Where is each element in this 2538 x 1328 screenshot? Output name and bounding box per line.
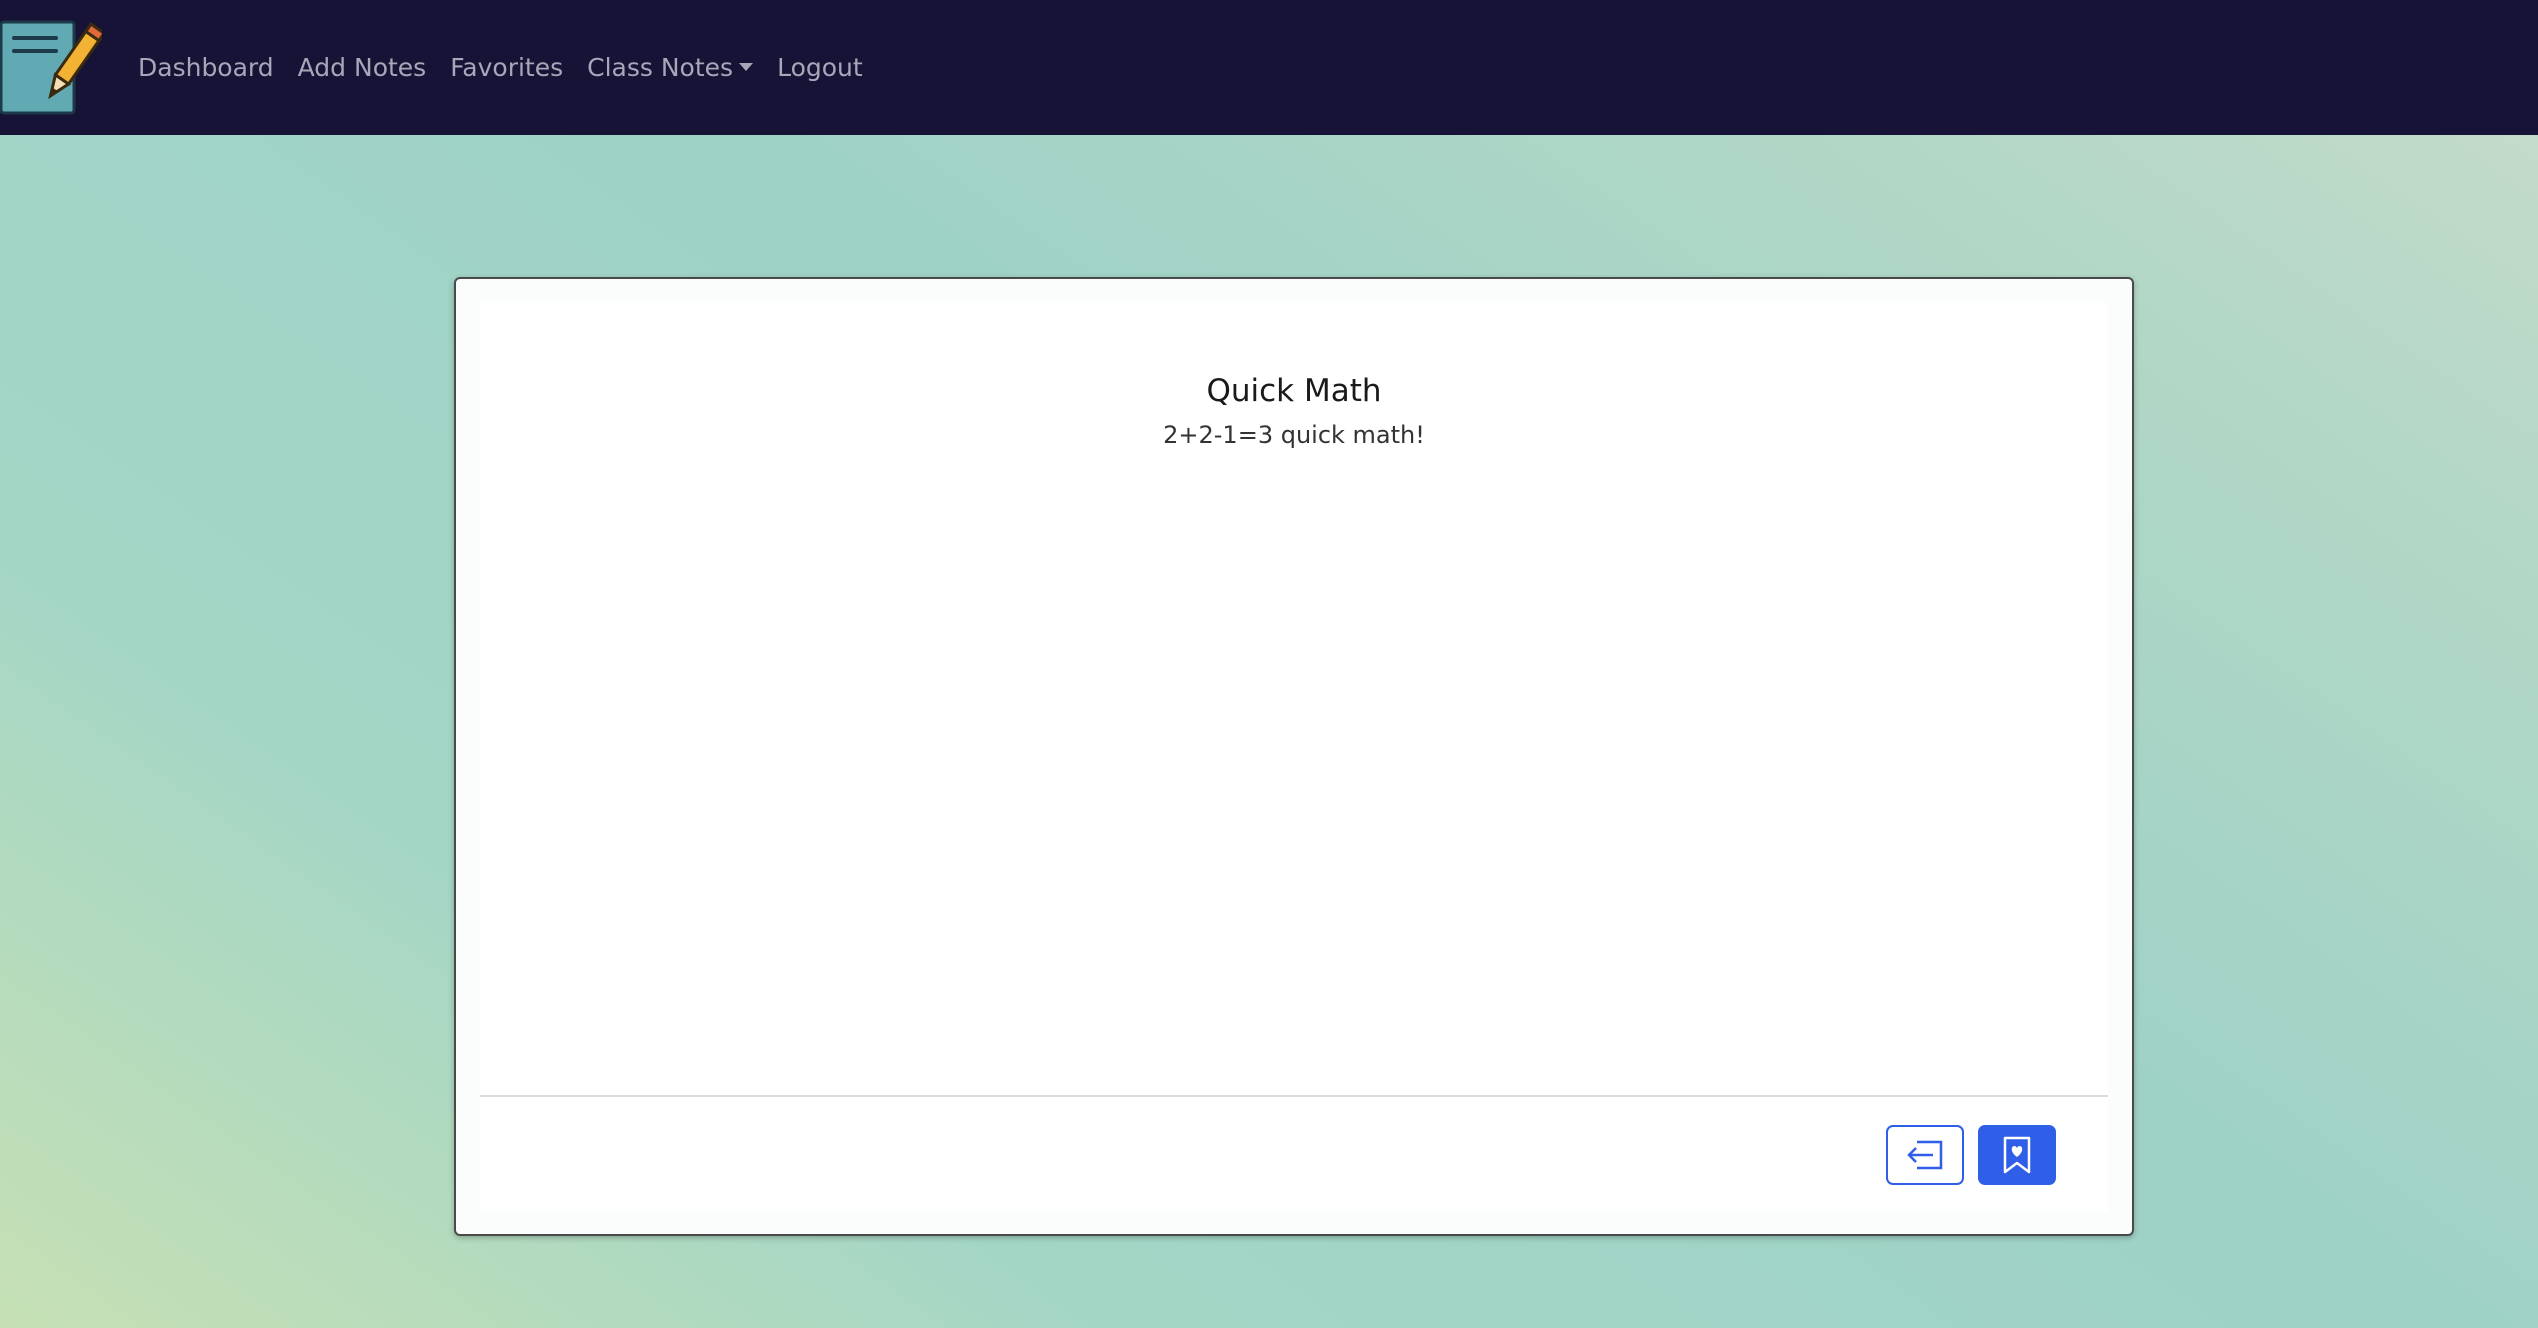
nav-class-notes-label: Class Notes [587,53,734,82]
note-card-body: Quick Math 2+2-1=3 quick math! [480,303,2108,1211]
nav-links: Dashboard Add Notes Favorites Class Note… [138,0,887,135]
note-body: 2+2-1=3 quick math! [1163,421,1425,449]
back-button[interactable] [1886,1125,1964,1185]
nav-class-notes-dropdown[interactable]: Class Notes [587,53,754,82]
caret-down-icon [739,62,754,71]
note-card: Quick Math 2+2-1=3 quick math! [454,277,2134,1236]
card-footer-divider [480,1095,2108,1097]
back-arrow-icon [1907,1140,1943,1170]
brand-logo[interactable] [0,18,107,118]
notepad-pencil-icon [0,20,107,115]
nav-favorites-link[interactable]: Favorites [450,53,563,82]
bookmark-heart-icon [2003,1136,2031,1174]
navbar: Dashboard Add Notes Favorites Class Note… [0,0,2538,135]
favorite-button[interactable] [1978,1125,2056,1185]
nav-add-notes-link[interactable]: Add Notes [298,53,427,82]
note-title: Quick Math [1206,373,1382,409]
nav-logout-link[interactable]: Logout [777,53,863,82]
nav-dashboard-link[interactable]: Dashboard [138,53,274,82]
